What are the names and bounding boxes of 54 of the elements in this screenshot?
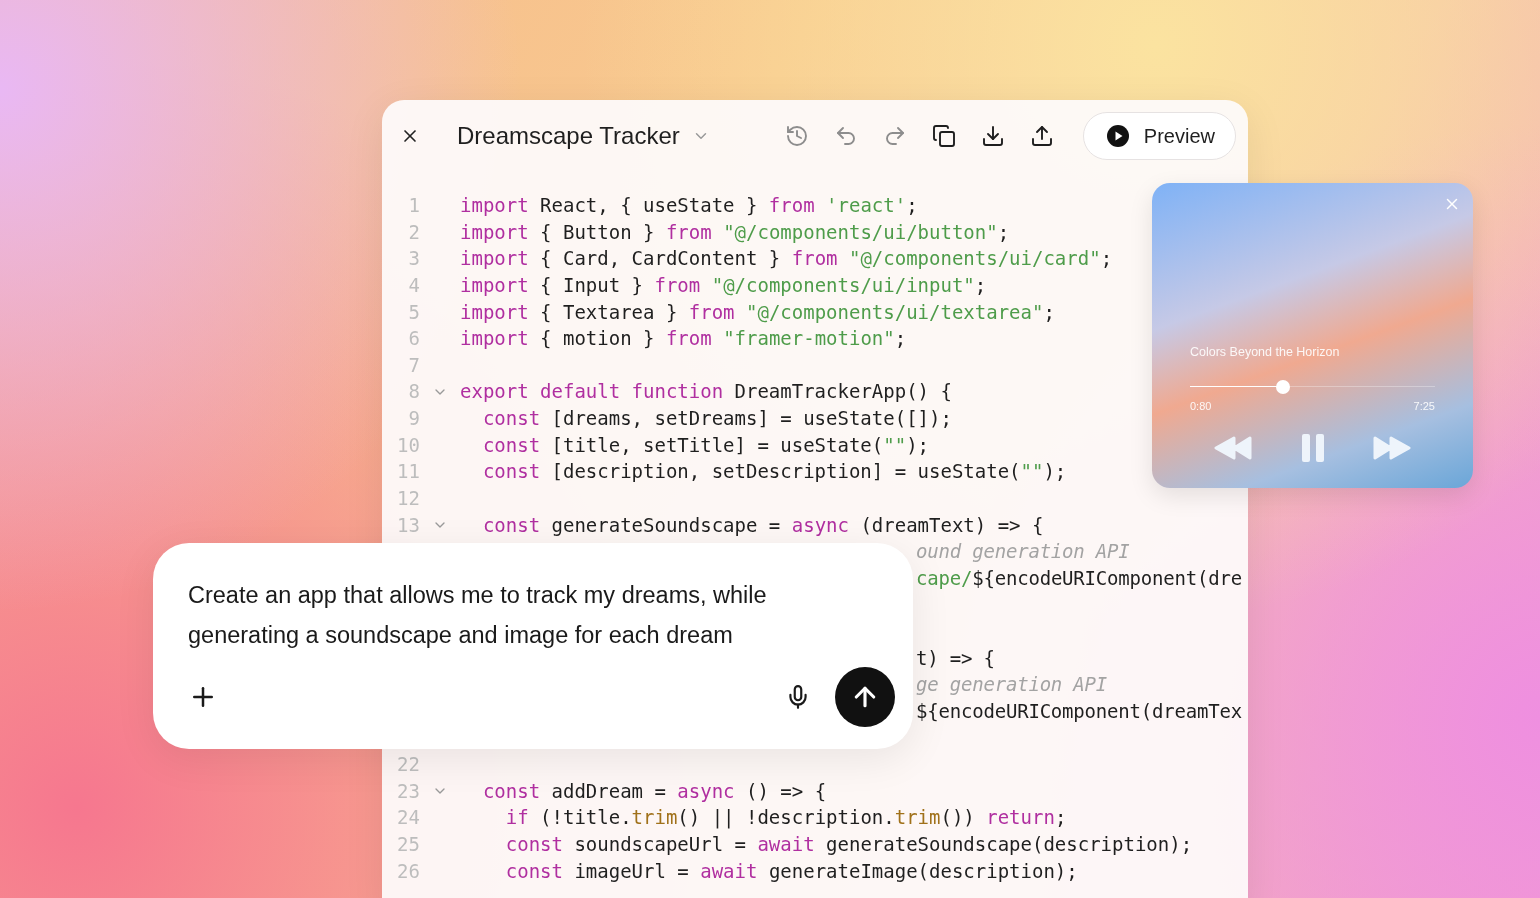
code-line: import { motion } from "framer-motion"; [460, 326, 907, 352]
code-line: ound generation API [916, 539, 1130, 565]
code-line: cape/${encodeURIComponent(dre [916, 565, 1242, 591]
line-number: 6 [407, 326, 420, 352]
line-number: 13 [396, 512, 420, 538]
code-line: const soundscapeUrl = await generateSoundscape(description); [504, 832, 1193, 858]
history-icon [784, 124, 809, 148]
code-line: t) => { [916, 645, 995, 671]
code-line: const [title, setTitle] = useState(""); [481, 432, 930, 458]
code-line: import { Textarea } from "@/components/ui/textarea"; [460, 299, 1055, 325]
line-number: 26 [396, 858, 420, 884]
send-button[interactable] [835, 667, 895, 727]
line-number: 24 [396, 805, 420, 831]
line-number: 7 [407, 352, 420, 378]
track-title: Colors Beyond the Horizon [1190, 344, 1341, 361]
code-line: import { Input } from "@/components/ui/input"; [460, 272, 987, 298]
code-line: import { Button } from "@/components/ui/button"; [460, 219, 1010, 245]
line-number: 25 [396, 832, 420, 858]
line-number: 2 [407, 219, 420, 245]
pause-icon[interactable] [1301, 434, 1324, 463]
code-line: import React, { useState } from 'react'; [460, 193, 918, 219]
code-line: export default function DreamTrackerApp() { [460, 379, 952, 405]
line-number: 12 [396, 485, 420, 511]
line-number: 9 [407, 406, 420, 432]
code-line: if (!title.trim() || !description.trim()) return; [504, 805, 1067, 831]
code-line: const addDream = async () => { [481, 778, 827, 804]
preview-button[interactable]: Preview [1082, 112, 1236, 160]
prompt-input[interactable]: Create an app that allows me to track my dreams, while generating a soundscape and image for each dream [188, 575, 848, 655]
code-line: const imageUrl = await generateImage(description); [504, 858, 1078, 884]
total-duration: 7:25 [1413, 398, 1435, 414]
line-number: 5 [407, 299, 420, 325]
code-line: ${encodeURIComponent(dreamTex [916, 698, 1242, 724]
code-line: const generateSoundscape = async (dreamText) => { [481, 512, 1044, 538]
fast-forward-icon[interactable] [1373, 435, 1411, 462]
line-number: 23 [396, 778, 420, 804]
line-number: 8 [407, 379, 420, 405]
copy-icon [931, 124, 956, 148]
line-number: 22 [396, 752, 420, 778]
download-icon [980, 124, 1005, 148]
code-line: ge generation API [916, 672, 1108, 698]
project-title-dropdown[interactable]: Dreamscape Tracker [457, 118, 710, 154]
code-line: const [description, setDescription] = useState(""); [481, 459, 1067, 485]
line-number: 4 [407, 272, 420, 298]
line-number: 1 [407, 193, 420, 219]
upload-icon [1029, 124, 1054, 148]
seek-slider[interactable] [1190, 379, 1435, 394]
line-number: 10 [396, 432, 420, 458]
code-line: import { Card, CardContent } from "@/components/ui/card"; [460, 246, 1113, 272]
rewind-icon[interactable] [1214, 435, 1252, 462]
code-line: const [dreams, setDreams] = useState([]); [481, 406, 952, 432]
play-circle-icon [1105, 124, 1130, 148]
line-number: 3 [407, 246, 420, 272]
line-number: 11 [396, 459, 420, 485]
elapsed-time: 0:80 [1190, 398, 1212, 414]
